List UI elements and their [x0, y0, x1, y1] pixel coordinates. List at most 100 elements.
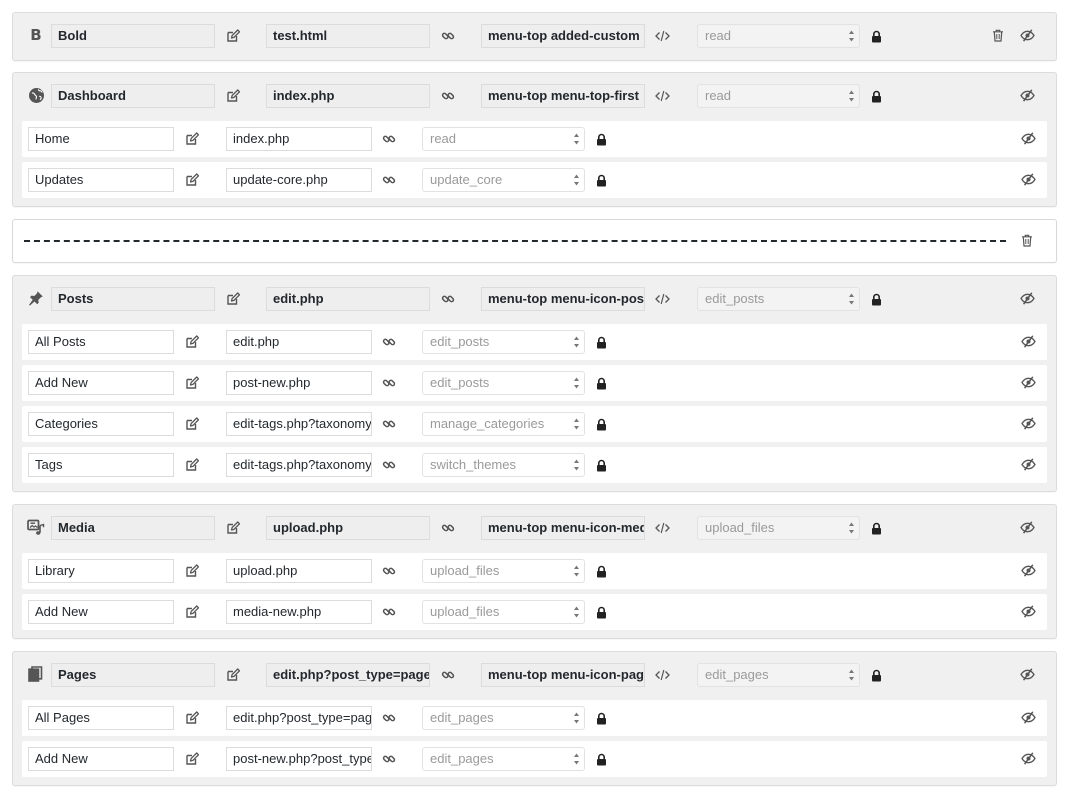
capability-select[interactable]: read [697, 84, 860, 108]
capability-select[interactable]: edit_posts [697, 287, 860, 311]
pencil-edit-icon[interactable] [223, 518, 243, 538]
menu-title-input[interactable]: Bold [51, 24, 215, 48]
menu-title-input[interactable]: Posts [51, 287, 215, 311]
menu-url-input[interactable]: upload.php [266, 516, 430, 540]
eye-slash-icon[interactable] [1018, 454, 1038, 474]
menu-css-class-input[interactable]: menu-top menu-top-first [481, 84, 645, 108]
submenu-title-input[interactable]: Updates [28, 168, 174, 192]
submenu-title-input[interactable]: Library [28, 559, 174, 583]
eye-slash-icon[interactable] [1018, 413, 1038, 433]
link-icon[interactable] [438, 289, 458, 309]
link-icon[interactable] [379, 414, 399, 434]
eye-slash-icon[interactable] [1017, 664, 1037, 684]
pencil-edit-icon[interactable] [182, 332, 202, 352]
submenu-title-input[interactable]: Categories [28, 412, 174, 436]
pencil-edit-icon[interactable] [182, 602, 202, 622]
menu-url-input[interactable]: edit.php [266, 287, 430, 311]
capability-select[interactable]: read [422, 127, 585, 151]
submenu-url-input[interactable]: post-new.php?post_type=page [226, 747, 372, 771]
link-icon[interactable] [379, 455, 399, 475]
code-icon[interactable] [652, 86, 672, 106]
pencil-edit-icon[interactable] [223, 289, 243, 309]
submenu-url-input[interactable]: update-core.php [226, 168, 372, 192]
menu-url-input[interactable]: test.html [266, 24, 430, 48]
submenu-url-input[interactable]: edit-tags.php?taxonomy=category [226, 412, 372, 436]
eye-slash-icon[interactable] [1018, 560, 1038, 580]
pencil-edit-icon[interactable] [182, 561, 202, 581]
pencil-edit-icon[interactable] [223, 665, 243, 685]
submenu-url-input[interactable]: edit.php?post_type=page [226, 706, 372, 730]
link-icon[interactable] [438, 518, 458, 538]
menu-title-input[interactable]: Dashboard [51, 84, 215, 108]
trash-icon[interactable] [1017, 230, 1037, 250]
submenu-url-input[interactable]: upload.php [226, 559, 372, 583]
submenu-title-input[interactable]: Add New [28, 747, 174, 771]
pencil-edit-icon[interactable] [182, 455, 202, 475]
menu-title-input[interactable]: Media [51, 516, 215, 540]
link-icon[interactable] [379, 170, 399, 190]
eye-slash-icon[interactable] [1017, 288, 1037, 308]
link-icon[interactable] [379, 561, 399, 581]
submenu-title-input[interactable]: Tags [28, 453, 174, 477]
link-icon[interactable] [379, 129, 399, 149]
submenu-url-input[interactable]: post-new.php [226, 371, 372, 395]
eye-slash-icon[interactable] [1017, 25, 1037, 45]
link-icon[interactable] [438, 665, 458, 685]
capability-select[interactable]: upload_files [422, 600, 585, 624]
submenu-title-input[interactable]: All Posts [28, 330, 174, 354]
submenu-url-input[interactable]: media-new.php [226, 600, 372, 624]
submenu-url-input[interactable]: index.php [226, 127, 372, 151]
eye-slash-icon[interactable] [1018, 128, 1038, 148]
capability-select[interactable]: edit_posts [422, 330, 585, 354]
submenu-url-input[interactable]: edit.php [226, 330, 372, 354]
eye-slash-icon[interactable] [1017, 517, 1037, 537]
code-icon[interactable] [652, 289, 672, 309]
eye-slash-icon[interactable] [1018, 372, 1038, 392]
link-icon[interactable] [379, 602, 399, 622]
pencil-edit-icon[interactable] [182, 749, 202, 769]
eye-slash-icon[interactable] [1018, 601, 1038, 621]
capability-select[interactable]: upload_files [697, 516, 860, 540]
menu-url-input[interactable]: edit.php?post_type=page [266, 663, 430, 687]
submenu-title-input[interactable]: Add New [28, 371, 174, 395]
link-icon[interactable] [379, 708, 399, 728]
capability-select[interactable]: upload_files [422, 559, 585, 583]
pencil-edit-icon[interactable] [182, 170, 202, 190]
code-icon[interactable] [652, 26, 672, 46]
capability-select[interactable]: read [697, 24, 860, 48]
link-icon[interactable] [438, 26, 458, 46]
menu-css-class-input[interactable]: menu-top menu-icon-post [481, 287, 645, 311]
submenu-url-input[interactable]: edit-tags.php?taxonomy=post_tag [226, 453, 372, 477]
link-icon[interactable] [379, 749, 399, 769]
eye-slash-icon[interactable] [1018, 331, 1038, 351]
submenu-title-input[interactable]: Add New [28, 600, 174, 624]
pencil-edit-icon[interactable] [223, 86, 243, 106]
eye-slash-icon[interactable] [1018, 169, 1038, 189]
pencil-edit-icon[interactable] [182, 708, 202, 728]
link-icon[interactable] [379, 373, 399, 393]
capability-select[interactable]: edit_posts [422, 371, 585, 395]
link-icon[interactable] [379, 332, 399, 352]
capability-select[interactable]: manage_categories [422, 412, 585, 436]
menu-url-input[interactable]: index.php [266, 84, 430, 108]
pencil-edit-icon[interactable] [182, 414, 202, 434]
code-icon[interactable] [652, 665, 672, 685]
menu-css-class-input[interactable]: menu-top menu-icon-page [481, 663, 645, 687]
submenu-title-input[interactable]: All Pages [28, 706, 174, 730]
pencil-edit-icon[interactable] [182, 129, 202, 149]
capability-select[interactable]: switch_themes [422, 453, 585, 477]
submenu-title-input[interactable]: Home [28, 127, 174, 151]
eye-slash-icon[interactable] [1017, 85, 1037, 105]
capability-select[interactable]: update_core [422, 168, 585, 192]
capability-select[interactable]: edit_pages [697, 663, 860, 687]
capability-select[interactable]: edit_pages [422, 706, 585, 730]
menu-css-class-input[interactable]: menu-top added-custom [481, 24, 645, 48]
link-icon[interactable] [438, 86, 458, 106]
trash-icon[interactable] [988, 25, 1008, 45]
menu-title-input[interactable]: Pages [51, 663, 215, 687]
menu-css-class-input[interactable]: menu-top menu-icon-media [481, 516, 645, 540]
pencil-edit-icon[interactable] [182, 373, 202, 393]
eye-slash-icon[interactable] [1018, 748, 1038, 768]
eye-slash-icon[interactable] [1018, 707, 1038, 727]
pencil-edit-icon[interactable] [223, 26, 243, 46]
